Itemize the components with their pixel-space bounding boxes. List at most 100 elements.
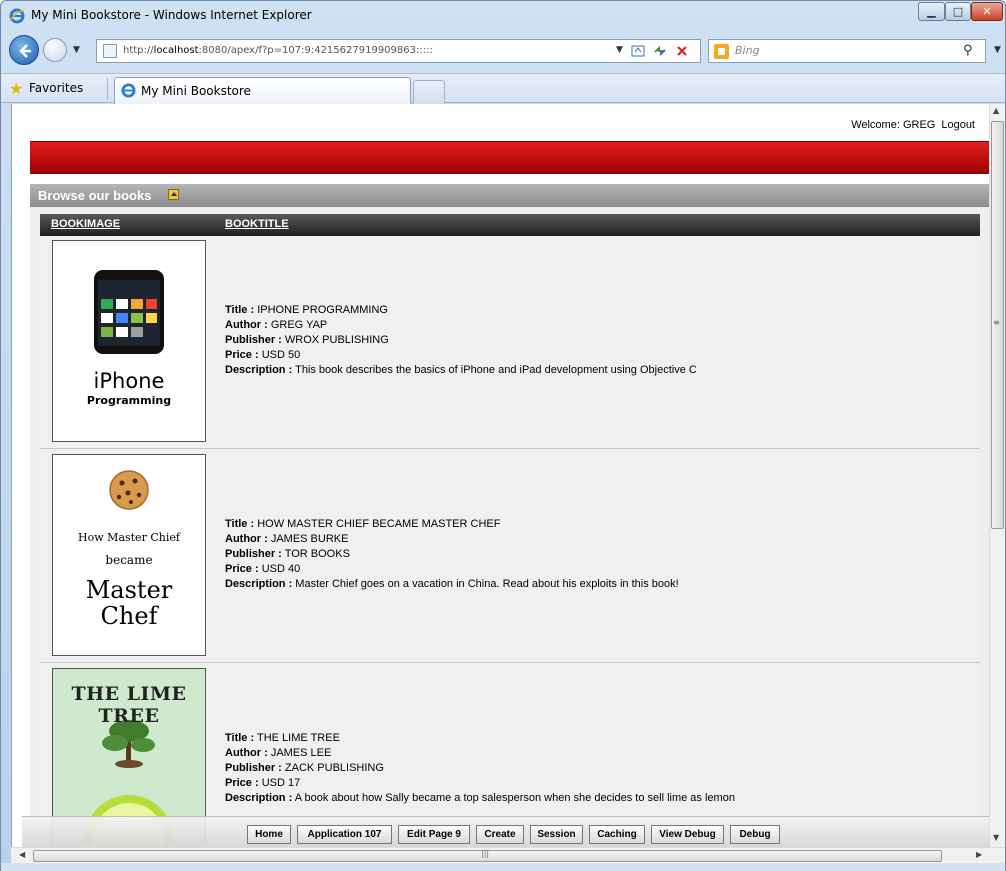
minimize-button[interactable]: ▁ [918,2,945,21]
header-banner [30,141,989,174]
cover-subtitle-text: Programming [86,394,172,407]
history-dropdown-icon[interactable]: ▼ [73,45,80,55]
favorites-star-icon[interactable]: ★ [9,79,23,98]
compatibility-view-icon[interactable] [631,44,645,58]
book-author: GREG YAP [270,319,328,331]
horizontal-scrollbar[interactable]: ◀ ||| ▶ [11,847,1005,863]
back-button[interactable] [9,35,39,65]
address-dropdown-icon[interactable]: ▼ [616,45,623,55]
dev-debug-button[interactable]: Debug [730,825,780,844]
title-label: Title : [225,732,255,744]
publisher-label: Publisher : [225,548,282,560]
book-details: Title : HOW MASTER CHIEF BECAME MASTER C… [225,517,679,592]
column-header-booktitle[interactable]: BOOKTITLE [225,218,289,230]
book-publisher: WROX PUBLISHING [284,334,389,346]
dev-create-button[interactable]: Create [476,825,524,844]
book-publisher: ZACK PUBLISHING [284,762,384,774]
dev-home-button[interactable]: Home [247,825,291,844]
column-header-bookimage[interactable]: BOOKIMAGE [51,218,120,230]
refresh-icon[interactable] [653,44,667,58]
book-publisher: TOR BOOKS [284,548,350,560]
book-cover-image: How Master Chief became Master Chef [52,454,206,656]
book-author: JAMES BURKE [270,533,349,545]
internet-explorer-icon [9,8,25,24]
scroll-left-icon[interactable]: ◀ [19,850,25,859]
collapse-toggle-icon[interactable] [168,189,179,200]
book-description: This book describes the basics of iPhone… [295,364,697,376]
stop-icon[interactable] [675,44,689,58]
book-details: Title : THE LIME TREE Author : JAMES LEE… [225,731,735,806]
minimize-icon: ▁ [927,5,936,18]
close-button[interactable]: ✕ [971,2,1003,21]
welcome-text: Welcome: GREG [851,119,936,131]
author-label: Author : [225,747,268,759]
table-row: How Master Chief became Master Chef Title… [40,450,980,663]
publisher-label: Publisher : [225,762,282,774]
author-label: Author : [225,533,268,545]
new-tab-button[interactable] [413,80,445,104]
cookie-illustration [109,470,149,510]
region-title: Browse our books [38,188,152,203]
dev-application-button[interactable]: Application 107 [297,825,392,844]
book-details: Title : IPHONE PROGRAMMING Author : GREG… [225,303,697,378]
address-bar[interactable]: http://localhost:8080/apex/f?p=107:9:421… [96,39,701,63]
scroll-down-icon[interactable]: ▼ [993,833,999,842]
toolbar-divider [107,78,108,100]
tab-my-mini-bookstore[interactable]: My Mini Bookstore [114,77,411,104]
book-description: A book about how Sally became a top sale… [294,792,735,804]
cover-title-text: THE LIME TREE [71,683,187,727]
price-label: Price : [225,563,259,575]
title-label: Title : [225,518,255,530]
scroll-up-icon[interactable]: ▲ [993,106,999,115]
search-options-icon[interactable]: ▼ [994,45,1001,55]
book-title: HOW MASTER CHIEF BECAME MASTER CHEF [257,518,501,530]
price-label: Price : [225,777,259,789]
book-price: USD 50 [261,349,301,361]
cover-line-2: became [105,553,153,567]
book-description: Master Chief goes on a vacation in China… [295,578,679,590]
page-content: Welcome: GREG Logout Browse our books BOO… [11,104,989,847]
navigation-bar: ▼ http://localhost:8080/apex/f?p=107:9:4… [1,33,1005,73]
dev-view-debug-button[interactable]: View Debug [651,825,724,844]
scroll-right-icon[interactable]: ▶ [976,850,982,859]
cover-line-3: Master Chef [85,576,173,630]
page-icon [103,44,117,58]
search-box[interactable]: Bing ⚲ [708,39,986,63]
status-bar [1,863,1005,871]
dev-edit-page-button[interactable]: Edit Page 9 [398,825,470,844]
title-bar: My Mini Bookstore - Windows Internet Exp… [1,1,1005,31]
address-url[interactable]: http://localhost:8080/apex/f?p=107:9:421… [123,45,433,56]
dev-caching-button[interactable]: Caching [589,825,645,844]
scroll-grip-icon: ||| [481,849,490,858]
region-header: Browse our books [30,184,989,207]
tab-title: My Mini Bookstore [141,84,251,98]
internet-explorer-tab-icon [121,83,136,98]
title-label: Title : [225,304,255,316]
dev-session-button[interactable]: Session [530,825,583,844]
maximize-button[interactable]: □ [945,2,971,21]
search-icon[interactable]: ⚲ [963,43,973,58]
publisher-label: Publisher : [225,334,282,346]
table-row: iPhone Programming Title : IPHONE PROGRA… [40,236,980,449]
book-author: JAMES LEE [270,747,332,759]
description-label: Description : [225,792,293,804]
back-arrow-icon [19,44,31,58]
author-label: Author : [225,319,268,331]
window-title: My Mini Bookstore - Windows Internet Exp… [31,8,312,22]
price-label: Price : [225,349,259,361]
favorites-button[interactable]: Favorites [29,81,83,95]
developer-toolbar: Home Application 107 Edit Page 9 Create … [22,816,989,847]
logout-link[interactable]: Logout [941,119,975,131]
description-label: Description : [225,364,293,376]
close-icon: ✕ [982,5,992,18]
vertical-scrollbar[interactable]: ▲ ≡ ▼ [989,104,1005,847]
bing-logo-icon [714,44,729,59]
welcome-area: Welcome: GREG Logout [845,119,975,131]
book-title: IPHONE PROGRAMMING [257,304,388,316]
favorites-bar: ★ Favorites My Mini Bookstore [1,73,1005,104]
book-price: USD 40 [261,563,301,575]
description-label: Description : [225,578,293,590]
book-price: USD 17 [261,777,301,789]
browser-window: My Mini Bookstore - Windows Internet Exp… [0,0,1006,871]
forward-button[interactable] [43,38,67,62]
